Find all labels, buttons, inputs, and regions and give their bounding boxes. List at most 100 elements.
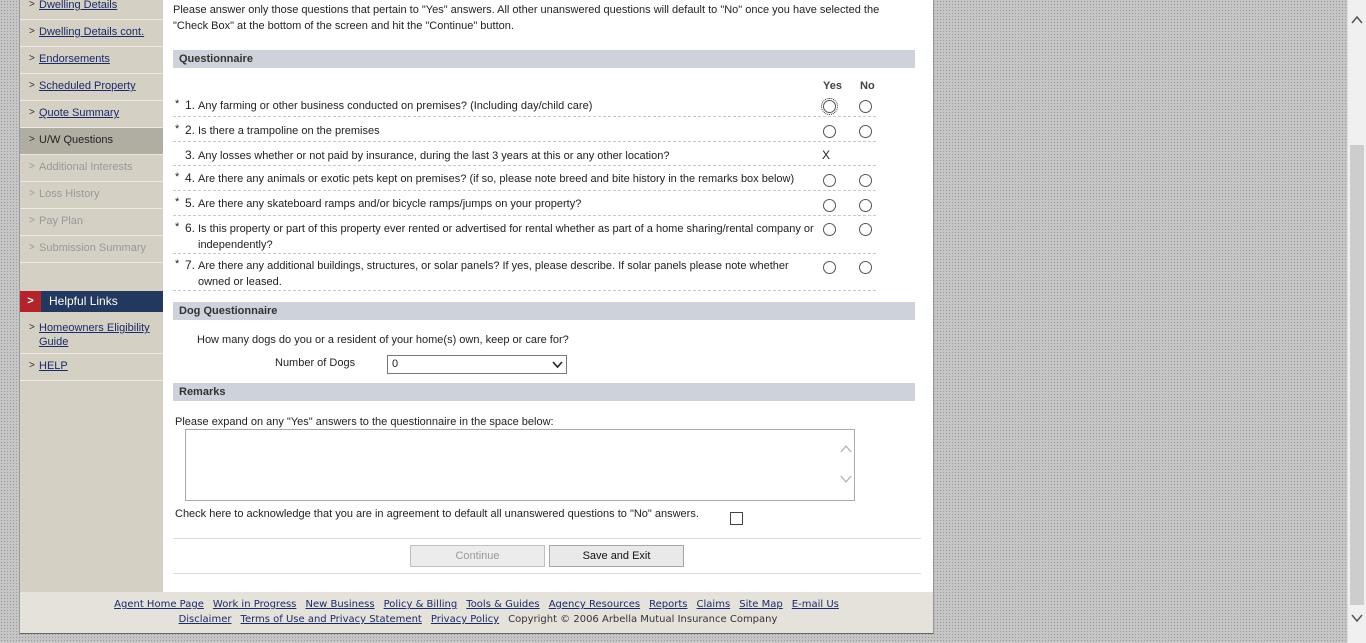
yes-radio[interactable]	[823, 174, 836, 187]
required-marker: *	[175, 221, 180, 233]
helpful-link-label: HELP	[39, 360, 68, 372]
chevron-right-icon: >	[29, 53, 35, 64]
footer-link-tools-guides[interactable]: Tools & Guides	[466, 599, 539, 610]
remarks-textarea[interactable]	[185, 429, 855, 501]
chevron-right-icon: >	[29, 360, 35, 371]
dog-question-text: How many dogs do you or a resident of yo…	[197, 334, 569, 346]
chevron-right-icon: >	[29, 0, 35, 10]
no-radio[interactable]	[859, 223, 872, 236]
number-of-dogs-value: 0	[392, 358, 399, 370]
sidebar-item-loss-history: > Loss History	[20, 182, 163, 209]
chevron-right-icon: >	[20, 291, 41, 312]
no-radio[interactable]	[859, 100, 872, 113]
question-row: * 7. Are there any additional buildings,…	[173, 258, 876, 291]
questionnaire-header: Questionnaire	[173, 50, 915, 68]
chevron-right-icon: >	[29, 188, 35, 199]
question-row: * 1. Any farming or other business condu…	[173, 98, 876, 117]
helpful-link-eligibility-guide[interactable]: > Homeowners Eligibility Guide	[20, 316, 163, 354]
chevron-right-icon: >	[29, 134, 35, 145]
divider	[173, 573, 921, 574]
question-text: Are there any additional buildings, stru…	[198, 260, 789, 288]
question-number: 2.	[185, 123, 196, 137]
question-number: 5.	[185, 196, 196, 210]
footer-link-email-us[interactable]: E-mail Us	[792, 599, 839, 610]
question-row: * 4. Are there any animals or exotic pet…	[173, 171, 876, 191]
sidebar-item-label: Scheduled Property	[39, 80, 136, 92]
sidebar-item-label: Quote Summary	[39, 107, 120, 119]
no-column-label: No	[860, 80, 875, 92]
dropdown-arrow-icon	[552, 361, 563, 369]
acknowledge-checkbox[interactable]	[730, 512, 743, 525]
yes-radio[interactable]	[823, 125, 836, 138]
sidebar-item-dwelling-details-cont[interactable]: > Dwelling Details cont.	[20, 20, 163, 47]
save-and-exit-button[interactable]: Save and Exit	[549, 545, 684, 567]
sidebar-item-label: U/W Questions	[39, 134, 113, 146]
yes-column-label: Yes	[823, 80, 842, 92]
scroll-down-icon[interactable]	[1351, 614, 1366, 622]
no-radio[interactable]	[859, 125, 872, 138]
no-radio[interactable]	[859, 174, 872, 187]
chevron-right-icon: >	[29, 26, 35, 37]
divider	[173, 538, 921, 539]
required-marker: *	[175, 196, 180, 208]
continue-button[interactable]: Continue	[410, 545, 545, 567]
yes-radio[interactable]	[823, 199, 836, 212]
question-text: Any losses whether or not paid by insura…	[198, 150, 670, 162]
footer-link-claims[interactable]: Claims	[697, 599, 731, 610]
sidebar-item-pay-plan: > Pay Plan	[20, 209, 163, 236]
footer-link-terms[interactable]: Terms of Use and Privacy Statement	[241, 614, 422, 625]
footer-link-site-map[interactable]: Site Map	[739, 599, 782, 610]
no-radio[interactable]	[859, 199, 872, 212]
scroll-down-icon[interactable]	[840, 475, 852, 483]
page-frame: > Dwelling Details > Dwelling Details co…	[19, 0, 934, 634]
footer-link-work-in-progress[interactable]: Work in Progress	[213, 599, 296, 610]
footer-link-agency-resources[interactable]: Agency Resources	[549, 599, 640, 610]
helpful-link-help[interactable]: > HELP	[20, 354, 163, 381]
scrollbar-thumb[interactable]	[1350, 145, 1364, 605]
yes-radio[interactable]	[823, 223, 836, 236]
footer-link-agent-home[interactable]: Agent Home Page	[114, 599, 204, 610]
sidebar-item-label: Additional Interests	[39, 161, 133, 173]
footer-link-policy-billing[interactable]: Policy & Billing	[384, 599, 458, 610]
scroll-up-icon[interactable]	[1351, 16, 1366, 24]
footer-link-reports[interactable]: Reports	[649, 599, 687, 610]
question-number: 7.	[185, 258, 196, 272]
footer-link-privacy[interactable]: Privacy Policy	[431, 614, 499, 625]
question-text: Are there any skateboard ramps and/or bi…	[198, 198, 582, 210]
scroll-up-icon[interactable]	[840, 445, 852, 453]
footer: Agent Home Page Work in Progress New Bus…	[20, 592, 933, 633]
yes-radio[interactable]	[823, 261, 836, 274]
required-marker: *	[175, 258, 180, 270]
sidebar-item-dwelling-details[interactable]: > Dwelling Details	[20, 0, 163, 20]
no-radio[interactable]	[859, 261, 872, 274]
sidebar-item-scheduled-property[interactable]: > Scheduled Property	[20, 74, 163, 101]
chevron-right-icon: >	[29, 242, 35, 253]
footer-legal-row: Disclaimer Terms of Use and Privacy Stat…	[20, 610, 933, 625]
sidebar-item-label: Submission Summary	[39, 242, 146, 254]
question-text: Are there any animals or exotic pets kep…	[198, 173, 795, 185]
sidebar-item-quote-summary[interactable]: > Quote Summary	[20, 101, 163, 128]
question-text: Is this property or part of this propert…	[198, 223, 814, 251]
sidebar-item-uw-questions[interactable]: > U/W Questions	[20, 128, 163, 155]
question-text: Any farming or other business conducted …	[198, 100, 593, 112]
footer-links-row: Agent Home Page Work in Progress New Bus…	[20, 592, 933, 610]
copyright-text: Copyright © 2006 Arbella Mutual Insuranc…	[508, 614, 778, 625]
question-number: 1.	[185, 98, 196, 112]
sidebar-item-label: Dwelling Details	[39, 0, 118, 11]
yes-radio[interactable]	[821, 98, 838, 115]
question-row: * 2. Is there a trampoline on the premis…	[173, 123, 876, 142]
sidebar-item-endorsements[interactable]: > Endorsements	[20, 47, 163, 74]
intro-text: Please answer only those questions that …	[173, 4, 880, 32]
sidebar-item-label: Endorsements	[39, 53, 110, 65]
page-scrollbar[interactable]	[1347, 0, 1366, 643]
answer-mark: X	[822, 148, 831, 162]
chevron-right-icon: >	[29, 215, 35, 226]
dog-questionnaire-header: Dog Questionnaire	[173, 302, 915, 320]
acknowledge-text: Check here to acknowledge that you are i…	[175, 508, 699, 520]
chevron-right-icon: >	[29, 322, 35, 333]
number-of-dogs-select[interactable]: 0	[387, 355, 567, 374]
footer-link-new-business[interactable]: New Business	[305, 599, 374, 610]
required-marker: *	[175, 171, 180, 183]
footer-link-disclaimer[interactable]: Disclaimer	[179, 614, 232, 625]
helpful-links-header: > Helpful Links	[20, 291, 163, 312]
